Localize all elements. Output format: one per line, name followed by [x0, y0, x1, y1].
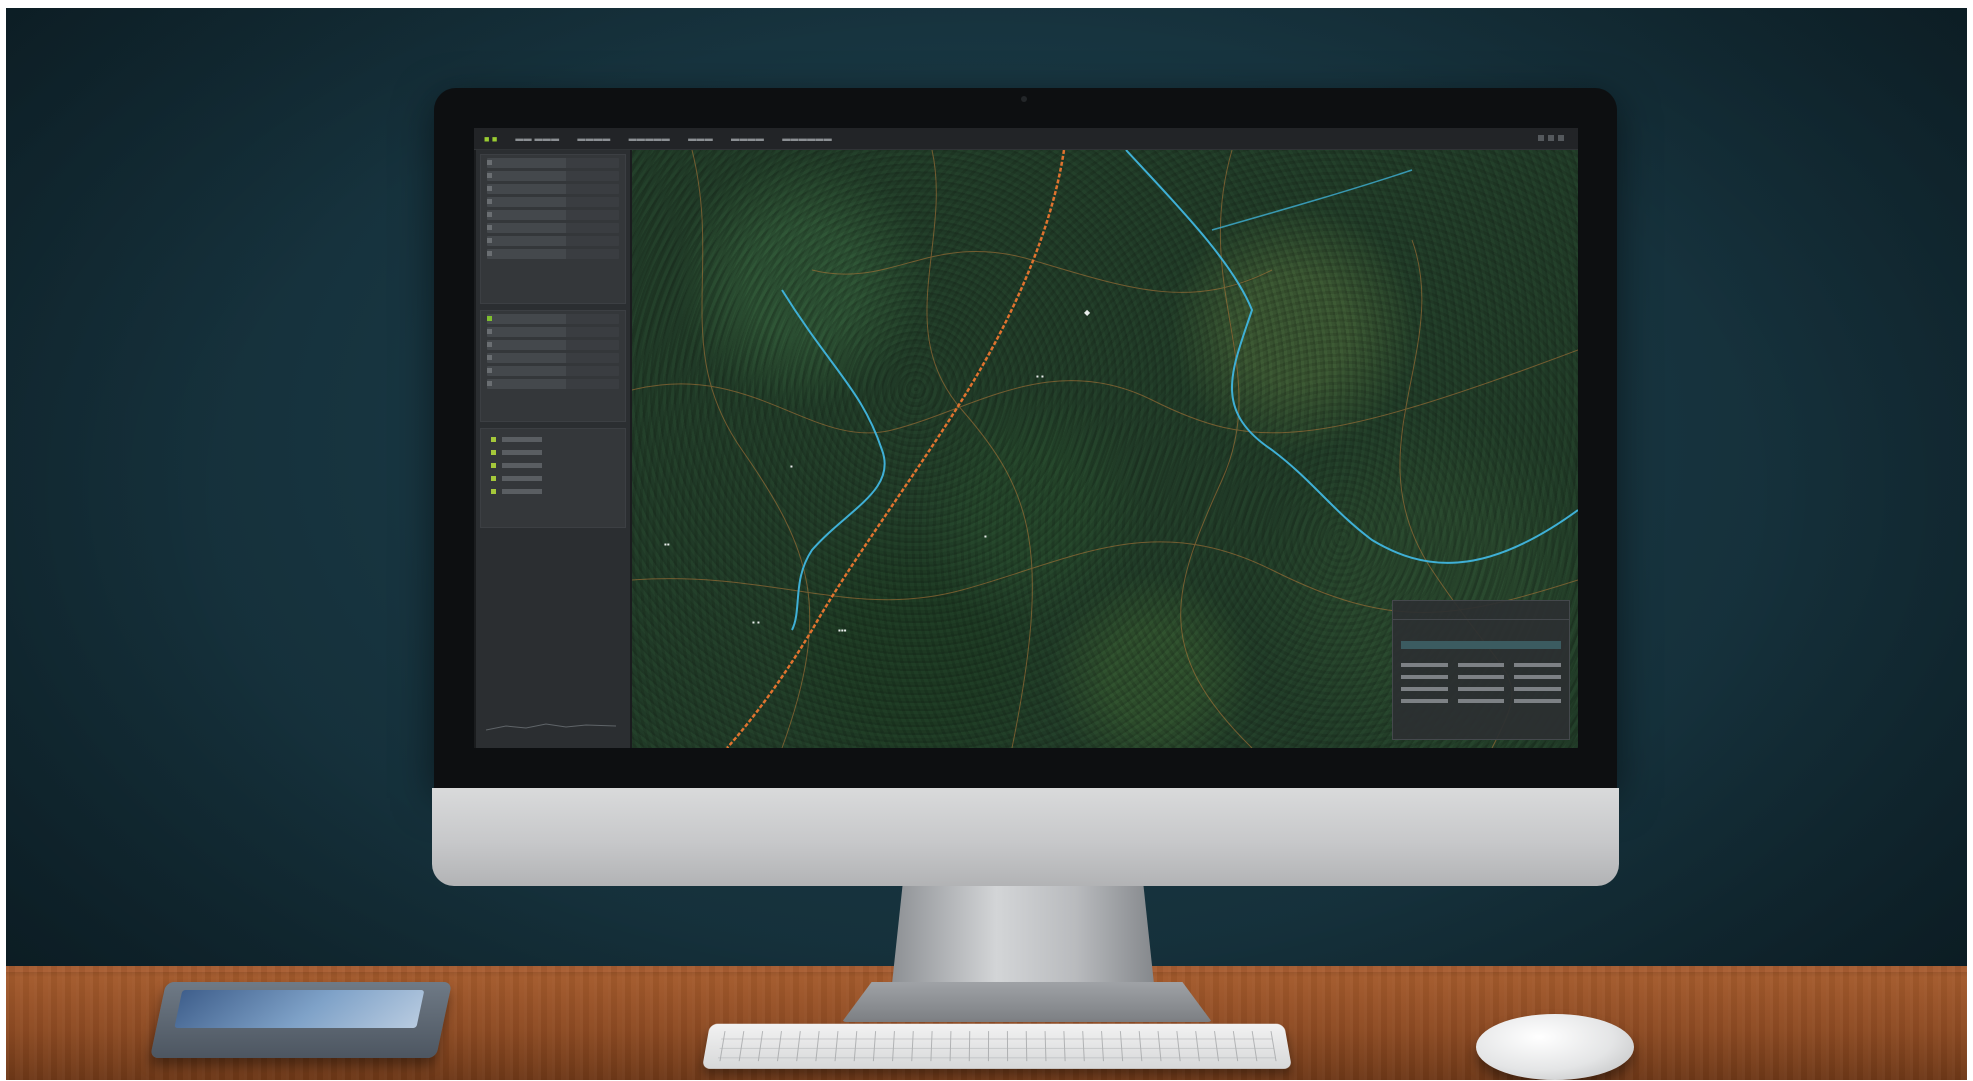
window-control-icon[interactable]: [1538, 135, 1544, 141]
property-row[interactable]: [487, 314, 619, 324]
legend-label: [502, 463, 542, 468]
window-control-icon[interactable]: [1558, 135, 1564, 141]
toggle-icon[interactable]: [487, 368, 492, 373]
layer-row[interactable]: [487, 223, 619, 233]
menu-item[interactable]: ▬▬▬▬: [731, 134, 764, 143]
river-west: [782, 290, 885, 630]
legend-label: [502, 489, 542, 494]
photo: ■ ■ ▬▬ ▬▬▬ ▬▬▬▬ ▬▬▬▬▬ ▬▬▬ ▬▬▬▬ ▬▬▬▬▬▬ ◆ …: [6, 8, 1967, 1080]
tablet-screen: [174, 990, 424, 1028]
legend-swatch-icon: [491, 437, 496, 442]
legend-item[interactable]: [491, 463, 615, 468]
info-cell: [1401, 663, 1448, 667]
legend-item[interactable]: [491, 489, 615, 494]
river-east: [1126, 150, 1578, 563]
sidebar-section-properties: [480, 310, 626, 422]
layer-row[interactable]: [487, 249, 619, 259]
menu-item[interactable]: ▬▬▬: [688, 134, 713, 143]
checkbox-icon[interactable]: [487, 238, 492, 243]
property-row[interactable]: [487, 379, 619, 389]
toggle-icon[interactable]: [487, 381, 492, 386]
road-line: [727, 150, 1064, 748]
legend-item[interactable]: [491, 437, 615, 442]
map-marker[interactable]: ▪: [984, 532, 987, 541]
map-marker[interactable]: ▪: [790, 462, 793, 471]
info-panel-highlight: [1401, 641, 1561, 649]
info-cell: [1401, 699, 1448, 703]
keyboard: [702, 1024, 1292, 1069]
info-cell: [1458, 687, 1505, 691]
mouse: [1476, 1014, 1634, 1080]
map-view[interactable]: ◆ ▪ ▪ ▪ ▪▪ ▪ ▪ ▪ ▪▪▪: [632, 150, 1578, 748]
layer-row[interactable]: [487, 184, 619, 194]
sidebar-section-legend: [480, 428, 626, 528]
map-marker[interactable]: ▪▪▪: [838, 626, 847, 635]
layer-row[interactable]: [487, 197, 619, 207]
toggle-icon[interactable]: [487, 316, 492, 321]
menu-item[interactable]: ▬▬▬▬▬▬: [782, 134, 832, 143]
camera: [1021, 96, 1027, 102]
layer-row[interactable]: [487, 236, 619, 246]
monitor-screen: ■ ■ ▬▬ ▬▬▬ ▬▬▬▬ ▬▬▬▬▬ ▬▬▬ ▬▬▬▬ ▬▬▬▬▬▬ ◆ …: [474, 128, 1578, 748]
map-marker[interactable]: ▪ ▪: [752, 618, 760, 627]
layer-row[interactable]: [487, 158, 619, 168]
toggle-icon[interactable]: [487, 355, 492, 360]
map-marker[interactable]: ◆: [1084, 308, 1090, 317]
window-control-icon[interactable]: [1548, 135, 1554, 141]
monitor-chin: [432, 788, 1619, 886]
legend-swatch-icon: [491, 489, 496, 494]
menu-item[interactable]: ▬▬ ▬▬▬: [515, 134, 559, 143]
info-cell: [1514, 699, 1561, 703]
legend-label: [502, 437, 542, 442]
river-tributary: [1212, 170, 1412, 230]
legend-item[interactable]: [491, 450, 615, 455]
legend-item[interactable]: [491, 476, 615, 481]
layers-sidebar: [476, 150, 630, 748]
checkbox-icon[interactable]: [487, 251, 492, 256]
info-panel-header: [1393, 601, 1569, 620]
legend-swatch-icon: [491, 476, 496, 481]
sidebar-mini-chart: [486, 712, 616, 738]
checkbox-icon[interactable]: [487, 173, 492, 178]
checkbox-icon[interactable]: [487, 212, 492, 217]
app-menubar: ■ ■ ▬▬ ▬▬▬ ▬▬▬▬ ▬▬▬▬▬ ▬▬▬ ▬▬▬▬ ▬▬▬▬▬▬: [474, 128, 1578, 150]
property-row[interactable]: [487, 327, 619, 337]
checkbox-icon[interactable]: [487, 186, 492, 191]
layer-row[interactable]: [487, 171, 619, 181]
window-controls: [1538, 135, 1564, 141]
layer-row[interactable]: [487, 210, 619, 220]
property-row[interactable]: [487, 353, 619, 363]
toggle-icon[interactable]: [487, 342, 492, 347]
menu-item[interactable]: ▬▬▬▬▬: [629, 134, 671, 143]
info-cell: [1458, 699, 1505, 703]
info-cell: [1514, 687, 1561, 691]
toggle-icon[interactable]: [487, 329, 492, 334]
monitor-stand-neck: [892, 886, 1154, 984]
property-row[interactable]: [487, 340, 619, 350]
checkbox-icon[interactable]: [487, 225, 492, 230]
monitor-stand-foot: [842, 982, 1212, 1022]
info-panel: [1392, 600, 1570, 740]
tablet-device: [150, 982, 452, 1058]
info-panel-grid: [1401, 663, 1561, 703]
info-cell: [1458, 663, 1505, 667]
checkbox-icon[interactable]: [487, 199, 492, 204]
legend-swatch-icon: [491, 463, 496, 468]
sidebar-section-layers: [480, 154, 626, 304]
info-cell: [1401, 675, 1448, 679]
legend-swatch-icon: [491, 450, 496, 455]
legend-label: [502, 476, 542, 481]
checkbox-icon[interactable]: [487, 160, 492, 165]
legend-label: [502, 450, 542, 455]
keyboard-keys: [717, 1031, 1276, 1061]
map-marker[interactable]: ▪▪: [664, 540, 670, 549]
menu-item[interactable]: ▬▬▬▬: [577, 134, 610, 143]
info-cell: [1514, 663, 1561, 667]
info-cell: [1401, 687, 1448, 691]
property-row[interactable]: [487, 366, 619, 376]
info-cell: [1514, 675, 1561, 679]
info-cell: [1458, 675, 1505, 679]
map-marker[interactable]: ▪ ▪: [1036, 372, 1044, 381]
app-logo-icon: ■ ■: [484, 134, 497, 144]
